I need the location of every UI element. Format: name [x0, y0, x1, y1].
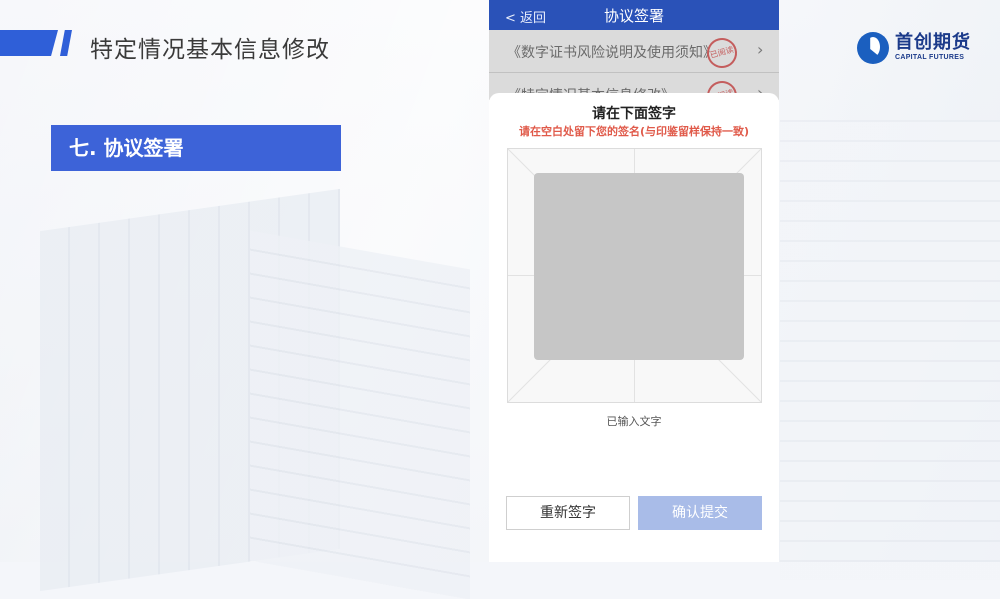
signature-pad[interactable]: [507, 148, 762, 403]
signature-hint: 请在空白处留下您的签名(与印鉴留样保持一致): [518, 125, 750, 138]
typed-text-label: 已输入文字: [606, 415, 662, 428]
section-label: 七. 协议签署: [51, 125, 341, 171]
logo-mark-icon: [857, 32, 889, 64]
signature-title: 请在下面签字: [592, 106, 676, 122]
signature-canvas[interactable]: [534, 173, 744, 360]
background-building: [250, 230, 470, 599]
phone-nav-bar: < 返回 协议签署: [489, 0, 779, 30]
company-logo: 首创期货 CAPITAL FUTURES: [857, 32, 971, 64]
nav-title: 协议签署: [603, 7, 664, 25]
signature-sheet: 请在下面签字 请在空白处留下您的签名(与印鉴留样保持一致) 已输入文字 重新签字…: [489, 93, 779, 562]
header-accent-bar: [0, 30, 58, 56]
logo-name-cn: 首创期货: [895, 32, 971, 53]
submit-button[interactable]: 确认提交: [638, 496, 762, 530]
modal-overlay: [489, 30, 779, 100]
logo-name-en: CAPITAL FUTURES: [895, 54, 965, 61]
redo-signature-button[interactable]: 重新签字: [506, 496, 630, 530]
background-building: [780, 120, 1000, 580]
page-title: 特定情况基本信息修改: [90, 37, 330, 63]
